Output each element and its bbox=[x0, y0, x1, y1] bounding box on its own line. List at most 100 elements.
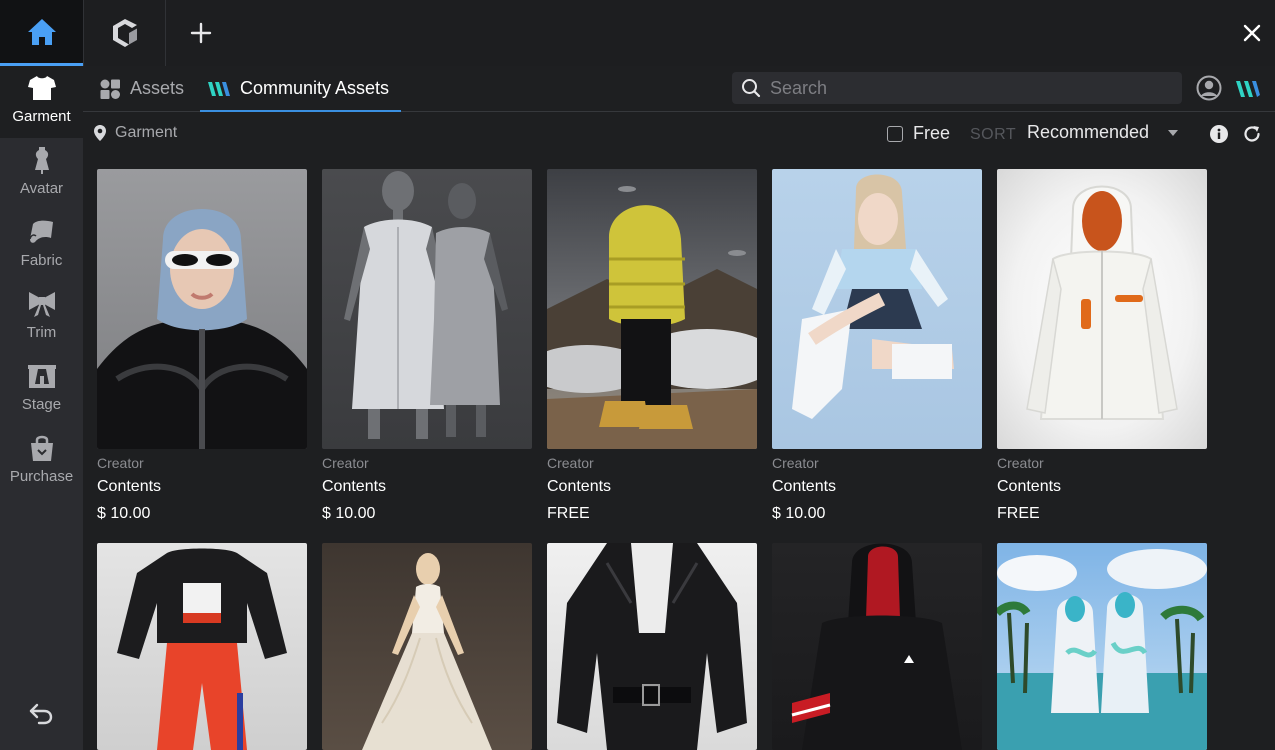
asset-card[interactable] bbox=[547, 543, 757, 750]
asset-thumbnail[interactable] bbox=[322, 169, 532, 449]
search-icon bbox=[742, 79, 761, 98]
sidebar-item-label: Stage bbox=[21, 396, 62, 413]
sidebar-item-purchase[interactable]: Purchase bbox=[0, 426, 83, 498]
tab-assets[interactable]: Assets bbox=[99, 66, 184, 111]
asset-title[interactable]: Contents bbox=[997, 478, 1207, 496]
wedding-dress-image bbox=[362, 553, 492, 750]
asset-card[interactable] bbox=[322, 543, 532, 750]
sidebar-item-trim[interactable]: Trim bbox=[0, 282, 83, 354]
back-button[interactable] bbox=[27, 700, 55, 728]
caret-down-icon bbox=[1168, 129, 1179, 136]
sidebar-item-garment[interactable]: Garment bbox=[0, 66, 83, 138]
close-button[interactable] bbox=[1235, 16, 1269, 50]
sidebar-item-label: Garment bbox=[12, 108, 71, 125]
home-icon bbox=[27, 18, 56, 45]
asset-thumbnail[interactable] bbox=[97, 543, 307, 750]
bow-icon bbox=[28, 292, 55, 317]
balaclava-model-image bbox=[97, 209, 307, 449]
info-icon bbox=[1210, 125, 1228, 143]
asset-title[interactable]: Contents bbox=[97, 478, 307, 496]
creator-name[interactable]: Creator bbox=[997, 455, 1207, 471]
fabric-icon bbox=[28, 220, 53, 243]
tab-community-assets[interactable]: Community Assets bbox=[199, 66, 402, 112]
community-logo-icon bbox=[208, 81, 230, 96]
info-button[interactable] bbox=[1210, 125, 1228, 143]
sidebar-item-fabric[interactable]: Fabric bbox=[0, 210, 83, 282]
sidebar-item-label: Fabric bbox=[20, 252, 63, 269]
asset-card[interactable]: Creator Contents $ 10.00 bbox=[322, 169, 532, 523]
breadcrumb-label: Garment bbox=[115, 124, 178, 141]
user-avatar-icon bbox=[1196, 75, 1222, 101]
asset-card[interactable] bbox=[97, 543, 307, 750]
sort-dropdown[interactable]: Recommended bbox=[1027, 122, 1179, 143]
filter-bar: Garment Free SORT Recommended bbox=[83, 112, 1275, 154]
sidebar-item-label: Avatar bbox=[19, 180, 64, 197]
mannequin-icon bbox=[34, 147, 49, 174]
asset-price: $ 10.00 bbox=[97, 505, 151, 522]
asset-card[interactable] bbox=[997, 543, 1207, 750]
creator-name[interactable]: Creator bbox=[772, 455, 982, 471]
asset-thumbnail[interactable] bbox=[772, 169, 982, 449]
search-input[interactable] bbox=[770, 77, 1150, 99]
tab-label: Community Assets bbox=[240, 78, 390, 98]
creator-name[interactable]: Creator bbox=[97, 455, 307, 471]
tshirt-icon bbox=[27, 76, 56, 100]
asset-thumbnail[interactable] bbox=[97, 169, 307, 449]
shopping-bag-icon bbox=[30, 435, 53, 461]
sidebar-item-label: Trim bbox=[26, 324, 57, 341]
free-filter-toggle[interactable]: Free bbox=[887, 123, 950, 144]
asset-thumbnail[interactable] bbox=[322, 543, 532, 750]
account-button[interactable] bbox=[1196, 75, 1222, 101]
add-tab-button[interactable] bbox=[166, 0, 236, 66]
asset-card[interactable]: Creator Contents $ 10.00 bbox=[772, 169, 982, 523]
sort-label: SORT bbox=[970, 126, 1017, 143]
asset-thumbnail[interactable] bbox=[547, 169, 757, 449]
refresh-icon bbox=[1244, 126, 1260, 142]
community-logo-icon bbox=[1236, 81, 1260, 97]
asset-price: $ 10.00 bbox=[322, 505, 376, 522]
refresh-button[interactable] bbox=[1243, 125, 1261, 143]
asset-price: $ 10.00 bbox=[772, 505, 826, 522]
tropical-streetwear-image bbox=[997, 549, 1207, 750]
asset-title[interactable]: Contents bbox=[772, 478, 982, 496]
free-label: Free bbox=[913, 123, 951, 143]
track-jacket-image bbox=[117, 548, 287, 750]
asset-thumbnail[interactable] bbox=[547, 543, 757, 750]
asset-card[interactable]: Creator Contents FREE bbox=[547, 169, 757, 523]
asset-price: FREE bbox=[997, 505, 1040, 522]
dress-mannequins-image bbox=[344, 171, 508, 439]
leather-jacket-image bbox=[557, 543, 747, 750]
asset-title[interactable]: Contents bbox=[322, 478, 532, 496]
community-brand-button[interactable] bbox=[1235, 78, 1261, 100]
sitting-model-image bbox=[792, 174, 954, 419]
asset-card[interactable]: Creator Contents $ 10.00 bbox=[97, 169, 307, 523]
asset-thumbnail[interactable] bbox=[772, 543, 982, 750]
asset-title[interactable]: Contents bbox=[547, 478, 757, 496]
breadcrumb[interactable]: Garment bbox=[93, 124, 177, 142]
creator-name[interactable]: Creator bbox=[322, 455, 532, 471]
white-hoodie-image bbox=[1026, 185, 1178, 420]
free-checkbox[interactable] bbox=[887, 125, 903, 142]
asset-card[interactable] bbox=[772, 543, 982, 750]
sort-value: Recommended bbox=[1027, 122, 1150, 142]
location-pin-icon bbox=[94, 125, 106, 141]
asset-thumbnail[interactable] bbox=[997, 543, 1207, 750]
puffer-jacket-image bbox=[547, 186, 757, 449]
category-sidebar: Garment Avatar Fabric Trim Stage Purchas… bbox=[0, 66, 83, 750]
assets-icon bbox=[100, 79, 120, 99]
tab-label: Assets bbox=[130, 78, 185, 98]
asset-card[interactable]: Creator Contents FREE bbox=[997, 169, 1207, 523]
search-box bbox=[732, 72, 1182, 104]
home-tab[interactable] bbox=[0, 0, 83, 66]
sidebar-item-label: Purchase bbox=[9, 468, 74, 485]
clo-logo-icon bbox=[112, 19, 137, 47]
sidebar-item-avatar[interactable]: Avatar bbox=[0, 138, 83, 210]
asset-thumbnail[interactable] bbox=[997, 169, 1207, 449]
plus-icon bbox=[190, 22, 212, 44]
stage-icon bbox=[27, 365, 56, 388]
creator-name[interactable]: Creator bbox=[547, 455, 757, 471]
black-hoodie-image bbox=[791, 543, 962, 750]
sidebar-item-stage[interactable]: Stage bbox=[0, 354, 83, 426]
asset-tabs: Assets Community Assets bbox=[83, 66, 1275, 112]
app-logo-tab[interactable] bbox=[83, 0, 166, 66]
